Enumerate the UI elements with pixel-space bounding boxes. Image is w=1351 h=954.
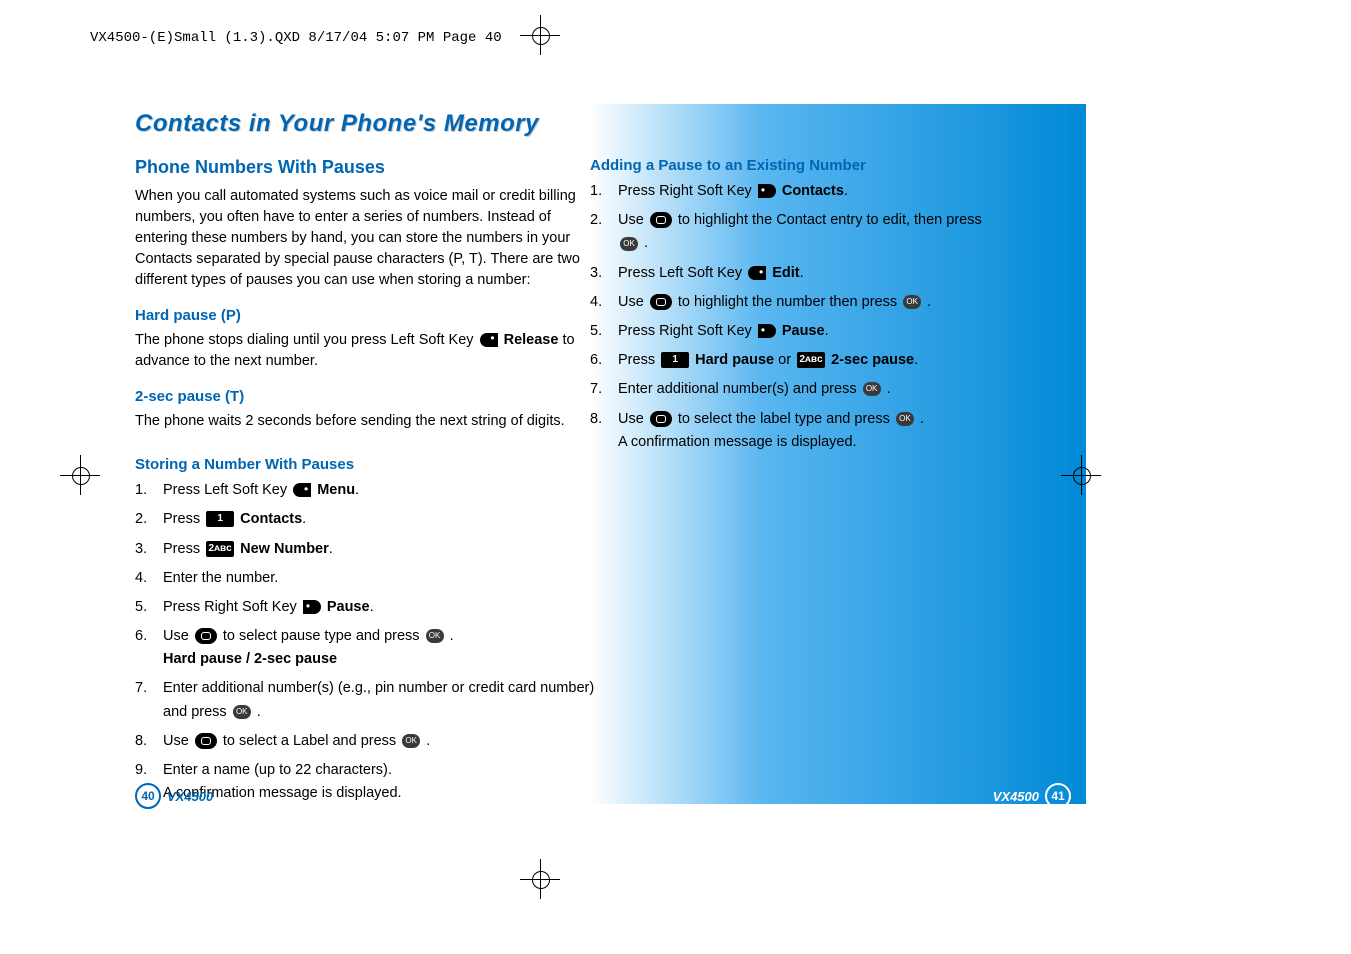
heading-2sec-pause: 2-sec pause (T) <box>135 388 595 405</box>
model-name: VX4500 <box>993 789 1039 804</box>
intro-paragraph: When you call automated systems such as … <box>135 186 595 291</box>
key-2-icon: 2ᴀʙᴄ <box>206 541 234 557</box>
list-item: 3.Press 2ᴀʙᴄ New Number. <box>135 538 595 561</box>
key-1-icon: 1 <box>206 511 234 527</box>
ok-key-icon: OK <box>863 382 881 396</box>
list-item: 8.Use to select a Label and press OK . <box>135 730 595 753</box>
key-1-icon: 1 <box>661 352 689 368</box>
right-column: Adding a Pause to an Existing Number 1.P… <box>590 157 1050 460</box>
print-header: VX4500-(E)Small (1.3).QXD 8/17/04 5:07 P… <box>90 30 502 46</box>
hard-pause-text: The phone stops dialing until you press … <box>135 330 595 372</box>
nav-key-icon <box>650 294 672 310</box>
footer-left: 40 VX4500 <box>135 783 213 809</box>
heading-adding-pause: Adding a Pause to an Existing Number <box>590 157 1050 174</box>
heading-storing-number: Storing a Number With Pauses <box>135 456 595 473</box>
list-item: 4.Use to highlight the number then press… <box>590 291 1050 314</box>
nav-key-icon <box>650 411 672 427</box>
adding-steps: 1.Press Right Soft Key Contacts. 2.Use t… <box>590 180 1050 454</box>
ok-key-icon: OK <box>896 412 914 426</box>
left-column: Phone Numbers With Pauses When you call … <box>135 157 595 811</box>
heading-hard-pause: Hard pause (P) <box>135 307 595 324</box>
heading-phone-numbers-pauses: Phone Numbers With Pauses <box>135 157 595 178</box>
right-soft-key-icon <box>758 184 776 198</box>
footer-right: VX4500 41 <box>993 783 1071 809</box>
list-item: 5.Press Right Soft Key Pause. <box>135 596 595 619</box>
ok-key-icon: OK <box>903 295 921 309</box>
page-number-right: 41 <box>1045 783 1071 809</box>
list-item: 7.Enter additional number(s) (e.g., pin … <box>135 677 595 723</box>
nav-key-icon <box>650 212 672 228</box>
list-item: 6.Use to select pause type and press OK … <box>135 625 595 671</box>
ok-key-icon: OK <box>426 629 444 643</box>
left-soft-key-icon <box>748 266 766 280</box>
page-number-left: 40 <box>135 783 161 809</box>
list-item: 6.Press 1 Hard pause or 2ᴀʙᴄ 2-sec pause… <box>590 349 1050 372</box>
registration-mark-icon <box>520 15 560 55</box>
left-soft-key-icon <box>293 483 311 497</box>
right-soft-key-icon <box>303 600 321 614</box>
model-name: VX4500 <box>167 789 213 804</box>
storing-steps: 1.Press Left Soft Key Menu. 2.Press 1 Co… <box>135 479 595 805</box>
list-item: 2.Use to highlight the Contact entry to … <box>590 209 1050 255</box>
registration-mark-icon <box>1061 455 1101 495</box>
list-item: 7.Enter additional number(s) and press O… <box>590 378 1050 401</box>
right-soft-key-icon <box>758 324 776 338</box>
list-item: 5.Press Right Soft Key Pause. <box>590 320 1050 343</box>
list-item: 2.Press 1 Contacts. <box>135 508 595 531</box>
registration-mark-icon <box>520 859 560 899</box>
list-item: 4.Enter the number. <box>135 567 595 590</box>
list-item: 3.Press Left Soft Key Edit. <box>590 262 1050 285</box>
ok-key-icon: OK <box>402 734 420 748</box>
nav-key-icon <box>195 628 217 644</box>
list-item: 8.Use to select the label type and press… <box>590 408 1050 454</box>
left-soft-key-icon <box>480 333 498 347</box>
twosec-pause-text: The phone waits 2 seconds before sending… <box>135 411 595 432</box>
ok-key-icon: OK <box>620 237 638 251</box>
list-item: 1.Press Left Soft Key Menu. <box>135 479 595 502</box>
registration-mark-icon <box>60 455 100 495</box>
ok-key-icon: OK <box>233 705 251 719</box>
section-title: Contacts in Your Phone's Memory <box>135 110 539 138</box>
key-2-icon: 2ᴀʙᴄ <box>797 352 825 368</box>
list-item: 1.Press Right Soft Key Contacts. <box>590 180 1050 203</box>
nav-key-icon <box>195 733 217 749</box>
